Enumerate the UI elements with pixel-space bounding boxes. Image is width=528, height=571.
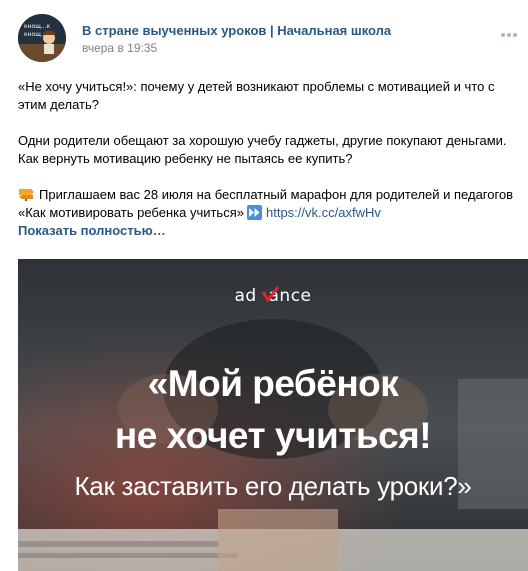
show-more-link[interactable]: Показать полностью… (18, 222, 166, 240)
post-text-line: «Не хочу учиться!»: почему у детей возни… (18, 79, 495, 94)
more-horizontal-icon[interactable] (498, 28, 520, 42)
invitation-text: Приглашаем вас 28 июля на бесплатный мар… (39, 187, 514, 202)
group-name-link[interactable]: В стране выученных уроков | Начальная шк… (82, 23, 391, 38)
group-avatar[interactable]: кнощ...к кнощ... (18, 14, 66, 62)
post-text-line: Одни родители обещают за хорошую учебу г… (18, 133, 507, 148)
signpost-emoji-icon (18, 187, 35, 201)
image-subheadline: Как заставить его делать уроки?» (74, 471, 472, 501)
post-text: «Не хочу учиться!»: почему у детей возни… (18, 78, 518, 240)
post-text-line: этим делать? (18, 97, 99, 112)
image-headline-2: не хочет учиться! (114, 415, 432, 456)
post-text-line: Как вернуть мотивацию ребенку не пытаясь… (18, 151, 353, 166)
svg-text:ad ance: ad ance (234, 286, 311, 306)
marathon-link[interactable]: https://vk.cc/axfwHv (266, 205, 381, 220)
post-text-line: Приглашаем вас 28 июля на бесплатный мар… (18, 186, 518, 204)
fast-forward-emoji-icon (246, 205, 262, 220)
advance-logo: ad ance (18, 285, 528, 312)
image-headline-1: «Мой ребёнок (147, 363, 399, 404)
post-image[interactable]: ad ance «Мой ребёнок не хочет учиться! К… (18, 259, 528, 571)
post-text-line: «Как мотивировать ребенка учиться» https:… (18, 204, 518, 222)
post-header: кнощ...к кнощ... В стране выученных урок… (18, 14, 518, 62)
svg-text:кнощ...к: кнощ...к (24, 23, 51, 30)
marathon-title: «Как мотивировать ребенка учиться» (18, 205, 244, 220)
post-timestamp[interactable]: вчера в 19:35 (82, 41, 157, 55)
